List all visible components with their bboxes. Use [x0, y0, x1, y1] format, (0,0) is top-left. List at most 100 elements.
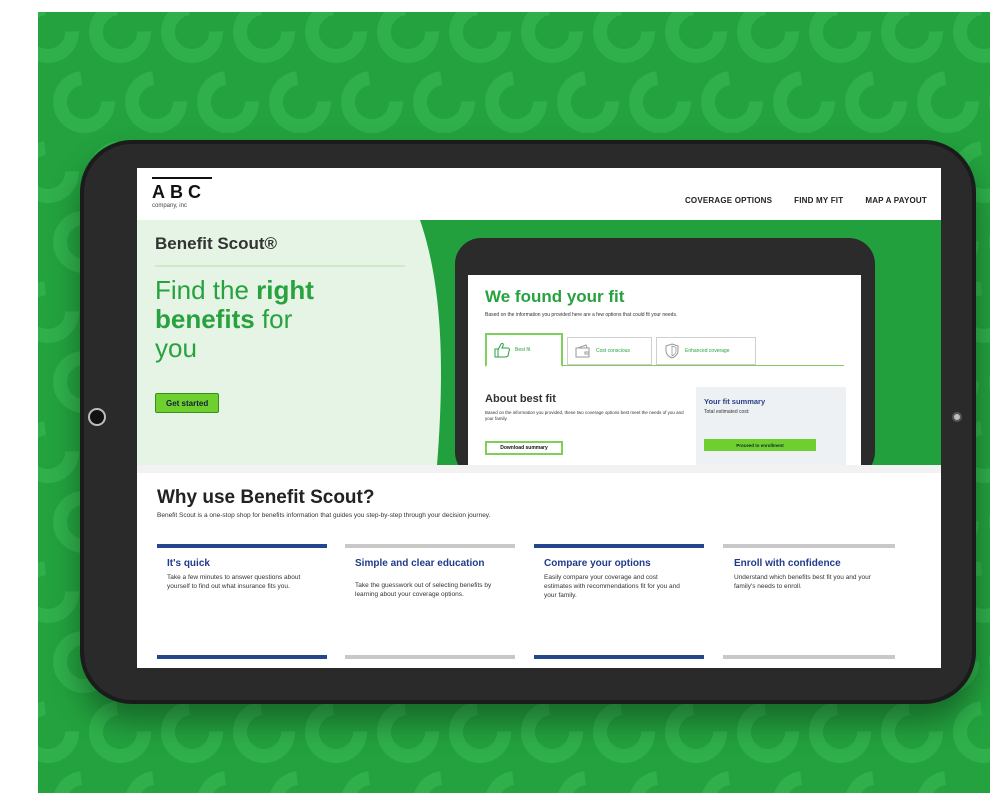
- pattern-ring: [846, 771, 906, 793]
- pattern-ring: [953, 701, 990, 763]
- tablet-screen: ABC company, inc COVERAGE OPTIONS FIND M…: [137, 168, 941, 668]
- about-text: Based on the information you provided, t…: [485, 410, 684, 421]
- company-logo[interactable]: ABC company, inc: [152, 177, 212, 209]
- pattern-ring: [413, 71, 475, 133]
- pattern-ring: [558, 771, 618, 793]
- pattern-ring: [341, 71, 403, 133]
- pattern-ring: [521, 12, 583, 63]
- pattern-ring: [53, 71, 115, 133]
- shield-icon: [665, 343, 679, 359]
- pattern-ring: [305, 701, 367, 763]
- pattern-ring: [377, 12, 439, 63]
- column-bar-bottom: [157, 655, 327, 659]
- pattern-ring: [54, 771, 114, 793]
- pattern-ring: [270, 771, 330, 793]
- camera-lens: [952, 412, 962, 422]
- headline-emphasis: benefits: [155, 304, 255, 334]
- pattern-ring: [161, 12, 223, 63]
- pattern-ring: [486, 771, 546, 793]
- feature-text-compare: Easily compare your coverage and cost es…: [544, 574, 680, 599]
- pattern-ring: [305, 12, 367, 63]
- column-bar-top: [723, 544, 895, 548]
- pattern-ring: [197, 71, 259, 133]
- logo-subtitle: company, inc: [152, 203, 187, 209]
- pattern-ring: [485, 71, 547, 133]
- pattern-ring: [593, 701, 655, 763]
- nav-link-find-my-fit[interactable]: FIND MY FIT: [794, 196, 843, 205]
- nav-link-coverage-options[interactable]: COVERAGE OPTIONS: [685, 196, 772, 205]
- fit-subtitle: Based on the information you provided he…: [485, 312, 678, 318]
- pattern-ring: [161, 701, 223, 763]
- pattern-ring: [198, 771, 258, 793]
- inner-tablet-screen: We found your fit Based on the informati…: [468, 275, 861, 465]
- fit-title: We found your fit: [485, 287, 625, 306]
- column-bar-top: [534, 544, 704, 548]
- pattern-ring: [521, 701, 583, 763]
- hero-headline: Find the right benefits for you: [155, 276, 395, 363]
- fit-summary-card: Your fit summary Total estimated cost: P…: [696, 387, 846, 465]
- wallet-icon: [575, 344, 590, 358]
- pattern-ring: [881, 701, 943, 763]
- pattern-ring: [881, 12, 943, 63]
- pattern-ring: [38, 12, 79, 63]
- pattern-ring: [89, 12, 151, 63]
- pattern-ring: [449, 701, 511, 763]
- pattern-ring: [38, 281, 79, 343]
- pattern-ring: [630, 771, 690, 793]
- summary-cost-label: Total estimated cost:: [704, 409, 750, 415]
- get-started-button[interactable]: Get started: [155, 393, 220, 413]
- headline-part: you: [155, 333, 197, 363]
- feature-text-education: Take the guesswork out of selecting bene…: [355, 582, 492, 598]
- pattern-ring: [449, 12, 511, 63]
- brand-name: Benefit Scout®: [155, 234, 278, 253]
- nav-link-map-a-payout[interactable]: MAP A PAYOUT: [865, 196, 927, 205]
- brand-divider: [155, 265, 405, 267]
- feature-text-quick: Take a few minutes to answer questions a…: [167, 574, 301, 590]
- pattern-ring: [774, 771, 834, 793]
- proceed-to-enrollment-button[interactable]: Proceed to enrollment: [704, 439, 816, 451]
- pattern-ring: [845, 71, 907, 133]
- about-title: About best fit: [485, 393, 556, 405]
- pattern-ring: [414, 771, 474, 793]
- why-section: Why use Benefit Scout? Benefit Scout is …: [137, 473, 941, 668]
- why-subtitle: Benefit Scout is a one-stop shop for ben…: [157, 512, 491, 519]
- feature-text-enroll: Understand which benefits best fit you a…: [734, 574, 871, 590]
- pattern-ring: [126, 771, 186, 793]
- pattern-ring: [38, 561, 79, 623]
- pattern-ring: [557, 71, 619, 133]
- summary-title: Your fit summary: [704, 397, 766, 406]
- headline-emphasis: right: [256, 275, 314, 305]
- pattern-ring: [809, 12, 871, 63]
- logo-text: ABC: [152, 182, 206, 202]
- pattern-ring: [809, 701, 871, 763]
- tab-best-fit[interactable]: Best fit: [485, 333, 563, 367]
- pattern-ring: [269, 71, 331, 133]
- feature-title-enroll: Enroll with confidence: [734, 558, 841, 569]
- pattern-ring: [953, 12, 990, 63]
- hero-section: Benefit Scout® Find the right benefits fo…: [137, 220, 941, 465]
- column-bar-bottom: [345, 655, 515, 659]
- headline-part: for: [254, 304, 293, 334]
- tab-label: Best fit: [515, 347, 531, 353]
- logo-rule: [152, 177, 212, 179]
- feature-title-education: Simple and clear education: [355, 558, 485, 569]
- column-bar-top: [157, 544, 327, 548]
- download-summary-button[interactable]: Download summary: [485, 441, 563, 455]
- feature-title-compare: Compare your options: [544, 558, 651, 569]
- pattern-ring: [233, 701, 295, 763]
- pattern-ring: [377, 701, 439, 763]
- fit-tabs: Best fit Cost conscious Enhanced coverag…: [485, 333, 844, 367]
- pattern-ring: [629, 71, 691, 133]
- why-title: Why use Benefit Scout?: [157, 487, 375, 508]
- pattern-ring: [918, 771, 978, 793]
- pattern-ring: [665, 12, 727, 63]
- tab-cost-conscious[interactable]: Cost conscious: [567, 337, 652, 365]
- column-bar-bottom: [723, 655, 895, 659]
- pattern-ring: [233, 12, 295, 63]
- thumbs-up-icon: [494, 342, 510, 358]
- pattern-ring: [737, 701, 799, 763]
- feature-title-quick: It's quick: [167, 558, 210, 569]
- tab-label: Enhanced coverage: [685, 348, 730, 354]
- tab-enhanced-coverage[interactable]: Enhanced coverage: [656, 337, 756, 365]
- pattern-ring: [702, 771, 762, 793]
